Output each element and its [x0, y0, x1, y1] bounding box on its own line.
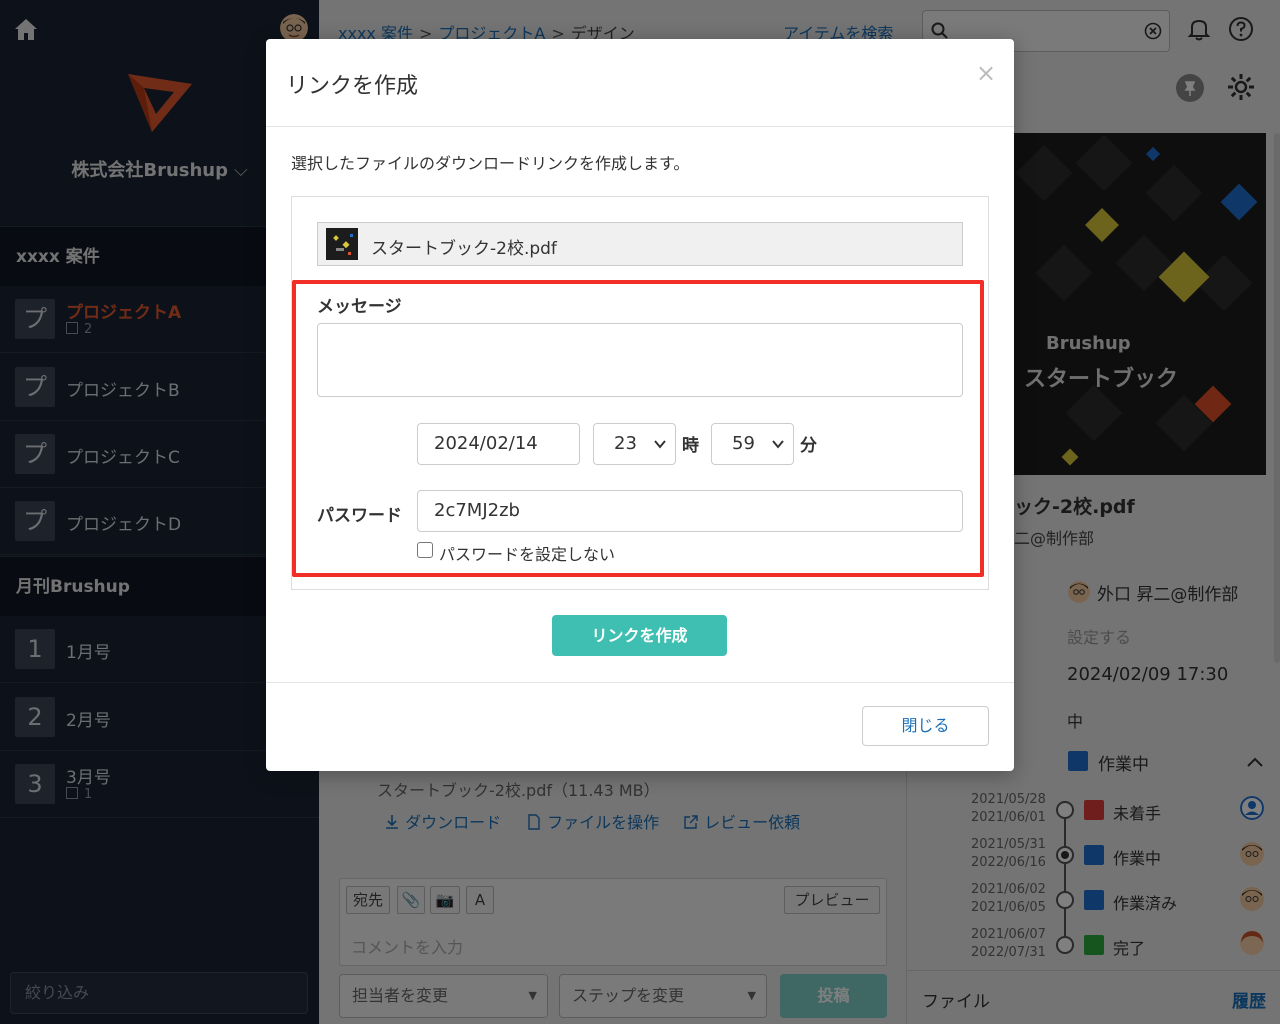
file-thumbnail-icon — [326, 228, 358, 260]
create-link-button[interactable]: リンクを作成 — [552, 615, 727, 656]
hour-unit: 時 — [682, 436, 699, 456]
chevron-down-icon — [654, 440, 666, 449]
selected-file-name: スタートブック-2校.pdf — [371, 239, 557, 259]
password-input[interactable]: 2c7MJ2zb — [417, 490, 963, 532]
minute-select[interactable]: 59 — [711, 423, 794, 465]
selected-file: スタートブック-2校.pdf — [317, 222, 963, 266]
divider — [266, 682, 1014, 683]
chevron-down-icon — [772, 440, 784, 449]
divider — [266, 126, 1014, 127]
expiry-date-input[interactable]: 2024/02/14 — [417, 423, 580, 465]
no-password-label[interactable]: パスワードを設定しない — [439, 541, 615, 565]
password-label: パスワード — [317, 506, 402, 526]
close-button[interactable]: 閉じる — [862, 706, 989, 746]
create-link-modal: リンクを作成 × 選択したファイルのダウンロードリンクを作成します。 スタートブ… — [266, 39, 1014, 771]
message-label: メッセージ — [317, 297, 402, 317]
modal-title: リンクを作成 — [286, 74, 419, 99]
no-password-checkbox[interactable] — [417, 542, 433, 558]
hour-select[interactable]: 23 — [593, 423, 676, 465]
message-input[interactable] — [317, 323, 963, 397]
modal-description: 選択したファイルのダウンロードリンクを作成します。 — [291, 154, 690, 173]
close-icon[interactable]: × — [976, 59, 996, 87]
minute-unit: 分 — [800, 436, 817, 456]
